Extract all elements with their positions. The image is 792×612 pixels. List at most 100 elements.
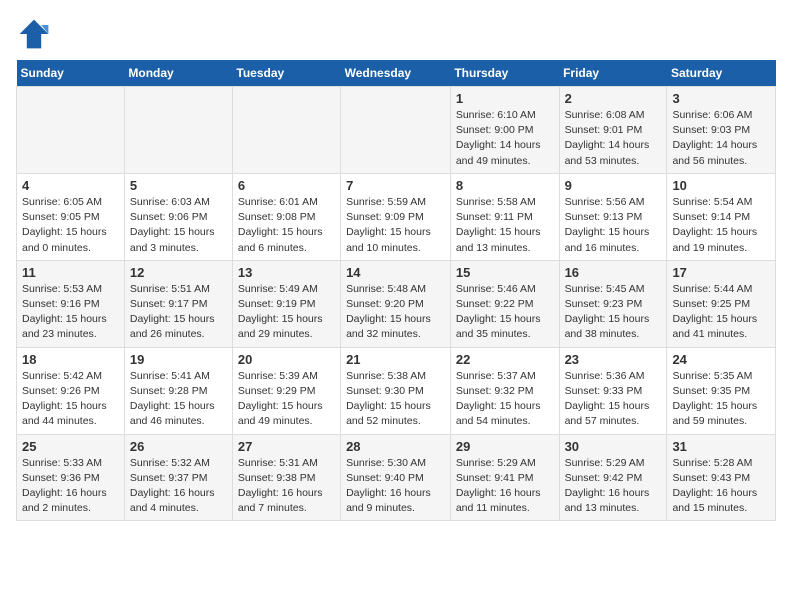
- day-info: Sunrise: 5:54 AMSunset: 9:14 PMDaylight:…: [672, 195, 770, 256]
- page-header: [16, 16, 776, 52]
- calendar-cell: 12 Sunrise: 5:51 AMSunset: 9:17 PMDayligh…: [124, 260, 232, 347]
- day-number: 14: [346, 265, 445, 280]
- day-info: Sunrise: 6:03 AMSunset: 9:06 PMDaylight:…: [130, 195, 227, 256]
- day-number: 12: [130, 265, 227, 280]
- calendar-cell: 8 Sunrise: 5:58 AMSunset: 9:11 PMDaylight…: [450, 173, 559, 260]
- calendar-cell: 2 Sunrise: 6:08 AMSunset: 9:01 PMDaylight…: [559, 87, 667, 174]
- day-info: Sunrise: 5:35 AMSunset: 9:35 PMDaylight:…: [672, 369, 770, 430]
- calendar-table: SundayMondayTuesdayWednesdayThursdayFrid…: [16, 60, 776, 521]
- day-number: 5: [130, 178, 227, 193]
- day-info: Sunrise: 5:58 AMSunset: 9:11 PMDaylight:…: [456, 195, 554, 256]
- day-info: Sunrise: 5:33 AMSunset: 9:36 PMDaylight:…: [22, 456, 119, 517]
- header-row: SundayMondayTuesdayWednesdayThursdayFrid…: [17, 60, 776, 87]
- day-number: 1: [456, 91, 554, 106]
- calendar-cell: 10 Sunrise: 5:54 AMSunset: 9:14 PMDayligh…: [667, 173, 776, 260]
- calendar-cell: 15Sunrise: 5:46 AMSunset: 9:22 PMDayligh…: [450, 260, 559, 347]
- header-day-tuesday: Tuesday: [232, 60, 340, 87]
- day-number: 11: [22, 265, 119, 280]
- day-info: Sunrise: 6:08 AMSunset: 9:01 PMDaylight:…: [565, 108, 662, 169]
- header-day-thursday: Thursday: [450, 60, 559, 87]
- calendar-header: SundayMondayTuesdayWednesdayThursdayFrid…: [17, 60, 776, 87]
- calendar-cell: [17, 87, 125, 174]
- day-info: Sunrise: 5:41 AMSunset: 9:28 PMDaylight:…: [130, 369, 227, 430]
- day-info: Sunrise: 5:36 AMSunset: 9:33 PMDaylight:…: [565, 369, 662, 430]
- logo-icon: [16, 16, 52, 52]
- day-number: 2: [565, 91, 662, 106]
- day-info: Sunrise: 5:51 AMSunset: 9:17 PMDaylight:…: [130, 282, 227, 343]
- day-number: 8: [456, 178, 554, 193]
- calendar-cell: 30 Sunrise: 5:29 AMSunset: 9:42 PMDayligh…: [559, 434, 667, 521]
- calendar-cell: 25 Sunrise: 5:33 AMSunset: 9:36 PMDayligh…: [17, 434, 125, 521]
- calendar-cell: 5 Sunrise: 6:03 AMSunset: 9:06 PMDaylight…: [124, 173, 232, 260]
- day-number: 3: [672, 91, 770, 106]
- week-row-1: 1 Sunrise: 6:10 AMSunset: 9:00 PMDaylight…: [17, 87, 776, 174]
- day-info: Sunrise: 5:38 AMSunset: 9:30 PMDaylight:…: [346, 369, 445, 430]
- day-number: 28: [346, 439, 445, 454]
- calendar-cell: 9 Sunrise: 5:56 AMSunset: 9:13 PMDaylight…: [559, 173, 667, 260]
- calendar-cell: 4Sunrise: 6:05 AMSunset: 9:05 PMDaylight…: [17, 173, 125, 260]
- calendar-body: 1 Sunrise: 6:10 AMSunset: 9:00 PMDaylight…: [17, 87, 776, 521]
- day-info: Sunrise: 6:10 AMSunset: 9:00 PMDaylight:…: [456, 108, 554, 169]
- logo: [16, 16, 56, 52]
- day-number: 7: [346, 178, 445, 193]
- header-day-friday: Friday: [559, 60, 667, 87]
- day-number: 30: [565, 439, 662, 454]
- day-number: 25: [22, 439, 119, 454]
- day-number: 23: [565, 352, 662, 367]
- calendar-cell: 27 Sunrise: 5:31 AMSunset: 9:38 PMDayligh…: [232, 434, 340, 521]
- day-info: Sunrise: 5:59 AMSunset: 9:09 PMDaylight:…: [346, 195, 445, 256]
- day-number: 29: [456, 439, 554, 454]
- header-day-sunday: Sunday: [17, 60, 125, 87]
- day-number: 13: [238, 265, 335, 280]
- day-info: Sunrise: 5:29 AMSunset: 9:41 PMDaylight:…: [456, 456, 554, 517]
- day-number: 20: [238, 352, 335, 367]
- week-row-3: 11Sunrise: 5:53 AMSunset: 9:16 PMDayligh…: [17, 260, 776, 347]
- calendar-cell: 19 Sunrise: 5:41 AMSunset: 9:28 PMDayligh…: [124, 347, 232, 434]
- day-number: 16: [565, 265, 662, 280]
- calendar-cell: 3Sunrise: 6:06 AMSunset: 9:03 PMDaylight…: [667, 87, 776, 174]
- day-info: Sunrise: 5:29 AMSunset: 9:42 PMDaylight:…: [565, 456, 662, 517]
- calendar-cell: 22 Sunrise: 5:37 AMSunset: 9:32 PMDayligh…: [450, 347, 559, 434]
- calendar-cell: 7 Sunrise: 5:59 AMSunset: 9:09 PMDaylight…: [341, 173, 451, 260]
- day-info: Sunrise: 6:01 AMSunset: 9:08 PMDaylight:…: [238, 195, 335, 256]
- day-number: 27: [238, 439, 335, 454]
- day-number: 31: [672, 439, 770, 454]
- calendar-cell: 17 Sunrise: 5:44 AMSunset: 9:25 PMDayligh…: [667, 260, 776, 347]
- day-number: 9: [565, 178, 662, 193]
- week-row-2: 4Sunrise: 6:05 AMSunset: 9:05 PMDaylight…: [17, 173, 776, 260]
- day-info: Sunrise: 5:45 AMSunset: 9:23 PMDaylight:…: [565, 282, 662, 343]
- calendar-cell: 13 Sunrise: 5:49 AMSunset: 9:19 PMDayligh…: [232, 260, 340, 347]
- calendar-cell: 18Sunrise: 5:42 AMSunset: 9:26 PMDayligh…: [17, 347, 125, 434]
- day-number: 4: [22, 178, 119, 193]
- calendar-cell: 28Sunrise: 5:30 AMSunset: 9:40 PMDayligh…: [341, 434, 451, 521]
- day-info: Sunrise: 5:32 AMSunset: 9:37 PMDaylight:…: [130, 456, 227, 517]
- day-number: 21: [346, 352, 445, 367]
- calendar-cell: 1 Sunrise: 6:10 AMSunset: 9:00 PMDaylight…: [450, 87, 559, 174]
- day-number: 6: [238, 178, 335, 193]
- day-info: Sunrise: 5:28 AMSunset: 9:43 PMDaylight:…: [672, 456, 770, 517]
- day-info: Sunrise: 5:44 AMSunset: 9:25 PMDaylight:…: [672, 282, 770, 343]
- calendar-cell: 23 Sunrise: 5:36 AMSunset: 9:33 PMDayligh…: [559, 347, 667, 434]
- day-number: 10: [672, 178, 770, 193]
- calendar-cell: 14 Sunrise: 5:48 AMSunset: 9:20 PMDayligh…: [341, 260, 451, 347]
- day-number: 19: [130, 352, 227, 367]
- calendar-cell: 21 Sunrise: 5:38 AMSunset: 9:30 PMDayligh…: [341, 347, 451, 434]
- calendar-cell: 20Sunrise: 5:39 AMSunset: 9:29 PMDayligh…: [232, 347, 340, 434]
- header-day-saturday: Saturday: [667, 60, 776, 87]
- week-row-5: 25 Sunrise: 5:33 AMSunset: 9:36 PMDayligh…: [17, 434, 776, 521]
- calendar-cell: [232, 87, 340, 174]
- day-number: 26: [130, 439, 227, 454]
- day-info: Sunrise: 5:31 AMSunset: 9:38 PMDaylight:…: [238, 456, 335, 517]
- header-day-wednesday: Wednesday: [341, 60, 451, 87]
- day-info: Sunrise: 5:49 AMSunset: 9:19 PMDaylight:…: [238, 282, 335, 343]
- week-row-4: 18Sunrise: 5:42 AMSunset: 9:26 PMDayligh…: [17, 347, 776, 434]
- day-number: 17: [672, 265, 770, 280]
- calendar-cell: 24 Sunrise: 5:35 AMSunset: 9:35 PMDayligh…: [667, 347, 776, 434]
- day-number: 22: [456, 352, 554, 367]
- day-info: Sunrise: 5:56 AMSunset: 9:13 PMDaylight:…: [565, 195, 662, 256]
- day-info: Sunrise: 5:37 AMSunset: 9:32 PMDaylight:…: [456, 369, 554, 430]
- day-info: Sunrise: 5:48 AMSunset: 9:20 PMDaylight:…: [346, 282, 445, 343]
- day-number: 24: [672, 352, 770, 367]
- calendar-cell: [341, 87, 451, 174]
- calendar-cell: 16 Sunrise: 5:45 AMSunset: 9:23 PMDayligh…: [559, 260, 667, 347]
